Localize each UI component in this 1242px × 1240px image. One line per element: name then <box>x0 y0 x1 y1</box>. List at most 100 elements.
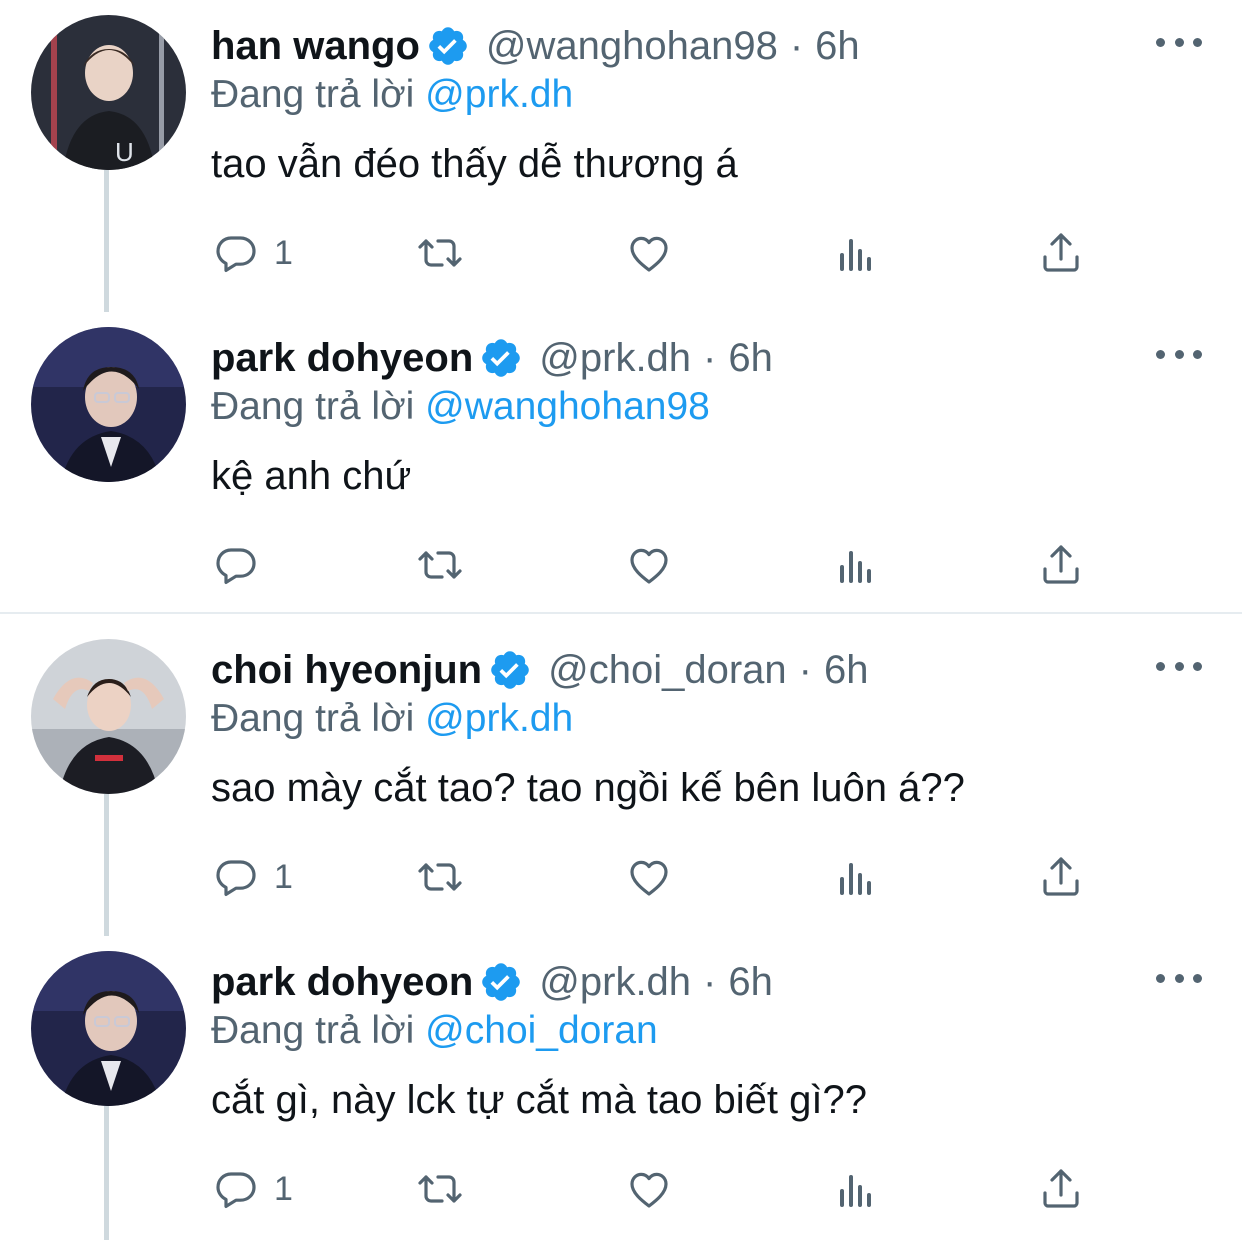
views-button[interactable] <box>832 538 880 592</box>
timestamp[interactable]: 6h <box>824 642 869 698</box>
reply-mention-link[interactable]: @prk.dh <box>425 73 573 116</box>
like-button[interactable] <box>625 1162 673 1216</box>
separator-dot: · <box>789 24 804 68</box>
reply-mention-link[interactable]: @wanghohan98 <box>425 385 710 428</box>
retweet-icon <box>418 551 462 579</box>
reply-button[interactable] <box>212 538 274 592</box>
views-button[interactable] <box>832 226 880 280</box>
avatar[interactable] <box>31 951 186 1106</box>
tweet-header: choi hyeonjun @choi_doran · 6h <box>211 642 869 698</box>
like-button[interactable] <box>625 850 673 904</box>
replying-to-line: Đang trả lời @choi_doran <box>211 1004 658 1058</box>
tweet[interactable]: U han wango @wanghohan98 · 6h Đang trả l… <box>0 0 1242 312</box>
share-button[interactable] <box>1037 850 1085 904</box>
more-options-icon[interactable] <box>1156 963 1202 993</box>
retweet-icon <box>418 239 462 267</box>
display-name[interactable]: han wango <box>211 18 420 74</box>
avatar[interactable] <box>31 327 186 482</box>
tweet-header: park dohyeon @prk.dh · 6h <box>211 330 773 386</box>
avatar[interactable]: U <box>31 15 186 170</box>
thread-connector-line <box>104 794 109 936</box>
views-button[interactable] <box>832 1162 880 1216</box>
reply-thread-feed: U han wango @wanghohan98 · 6h Đang trả l… <box>0 0 1242 1240</box>
reply-count: 1 <box>274 858 293 896</box>
more-options-icon[interactable] <box>1156 339 1202 369</box>
retweet-button[interactable] <box>416 1162 464 1216</box>
tweet-text: tao vẫn đéo thấy dễ thương á <box>211 142 738 186</box>
tweet[interactable]: park dohyeon @prk.dh · 6h Đang trả lời @… <box>0 312 1242 624</box>
verified-badge-icon <box>491 651 529 689</box>
share-button[interactable] <box>1037 1162 1085 1216</box>
retweet-button[interactable] <box>416 538 464 592</box>
tweet-header: park dohyeon @prk.dh · 6h <box>211 954 773 1010</box>
more-options-icon[interactable] <box>1156 27 1202 57</box>
display-name[interactable]: park dohyeon <box>211 330 473 386</box>
views-icon <box>840 239 871 271</box>
share-icon <box>1043 545 1079 584</box>
user-handle[interactable]: @wanghohan98 <box>486 18 778 74</box>
reply-icon <box>216 236 256 272</box>
like-icon <box>630 548 668 584</box>
views-icon <box>840 551 871 583</box>
like-icon <box>630 860 668 896</box>
reply-mention-link[interactable]: @choi_doran <box>425 1009 658 1052</box>
replying-to-label: Đang trả lời <box>211 697 415 740</box>
tweet[interactable]: park dohyeon @prk.dh · 6h Đang trả lời @… <box>0 936 1242 1240</box>
svg-text:U: U <box>115 137 134 167</box>
separator-dot: · <box>703 336 717 380</box>
share-icon <box>1043 233 1079 272</box>
reply-icon <box>216 860 256 896</box>
tweet-text: sao mày cắt tao? tao ngồi kế bên luôn á?… <box>211 766 965 810</box>
user-handle[interactable]: @choi_doran <box>548 642 787 698</box>
replying-to-line: Đang trả lời @wanghohan98 <box>211 380 710 434</box>
verified-badge-icon <box>482 963 521 1001</box>
reply-icon <box>216 548 256 584</box>
tweet-text: cắt gì, này lck tự cắt mà tao biết gì?? <box>211 1078 867 1122</box>
like-button[interactable] <box>625 226 673 280</box>
views-icon <box>840 863 871 895</box>
display-name[interactable]: park dohyeon <box>211 954 473 1010</box>
retweet-button[interactable] <box>416 850 464 904</box>
share-button[interactable] <box>1037 226 1085 280</box>
replying-to-label: Đang trả lời <box>211 73 415 116</box>
reply-button[interactable]: 1 <box>212 1162 293 1216</box>
replying-to-label: Đang trả lời <box>211 385 415 428</box>
tweet-text: kệ anh chứ <box>211 454 412 498</box>
conversation-divider <box>0 612 1242 614</box>
reply-button[interactable]: 1 <box>212 226 293 280</box>
views-button[interactable] <box>832 850 880 904</box>
thread-connector-line <box>104 1106 109 1240</box>
separator-dot: · <box>798 648 812 692</box>
timestamp[interactable]: 6h <box>815 18 860 74</box>
tweet[interactable]: choi hyeonjun @choi_doran · 6h Đang trả … <box>0 624 1242 936</box>
timestamp[interactable]: 6h <box>728 954 773 1010</box>
share-icon <box>1043 1169 1079 1208</box>
replying-to-line: Đang trả lời @prk.dh <box>211 68 573 122</box>
replying-to-label: Đang trả lời <box>211 1009 415 1052</box>
share-button[interactable] <box>1037 538 1085 592</box>
reply-icon <box>216 1172 256 1208</box>
thread-connector-line <box>104 170 109 312</box>
reply-button[interactable]: 1 <box>212 850 293 904</box>
avatar[interactable] <box>31 639 186 794</box>
retweet-icon <box>418 1175 462 1203</box>
like-icon <box>630 236 668 272</box>
share-icon <box>1043 857 1079 896</box>
display-name[interactable]: choi hyeonjun <box>211 642 482 698</box>
views-icon <box>840 1175 871 1207</box>
timestamp[interactable]: 6h <box>728 330 773 386</box>
replying-to-line: Đang trả lời @prk.dh <box>211 692 573 746</box>
tweet-header: han wango @wanghohan98 · 6h <box>211 18 860 74</box>
reply-count: 1 <box>274 1170 293 1208</box>
retweet-button[interactable] <box>416 226 464 280</box>
retweet-icon <box>418 863 462 891</box>
like-button[interactable] <box>625 538 673 592</box>
separator-dot: · <box>703 960 717 1004</box>
more-options-icon[interactable] <box>1156 651 1202 681</box>
user-handle[interactable]: @prk.dh <box>539 330 691 386</box>
verified-badge-icon <box>429 27 467 65</box>
user-handle[interactable]: @prk.dh <box>539 954 691 1010</box>
reply-mention-link[interactable]: @prk.dh <box>425 697 573 740</box>
verified-badge-icon <box>482 339 521 377</box>
reply-count: 1 <box>274 234 293 272</box>
